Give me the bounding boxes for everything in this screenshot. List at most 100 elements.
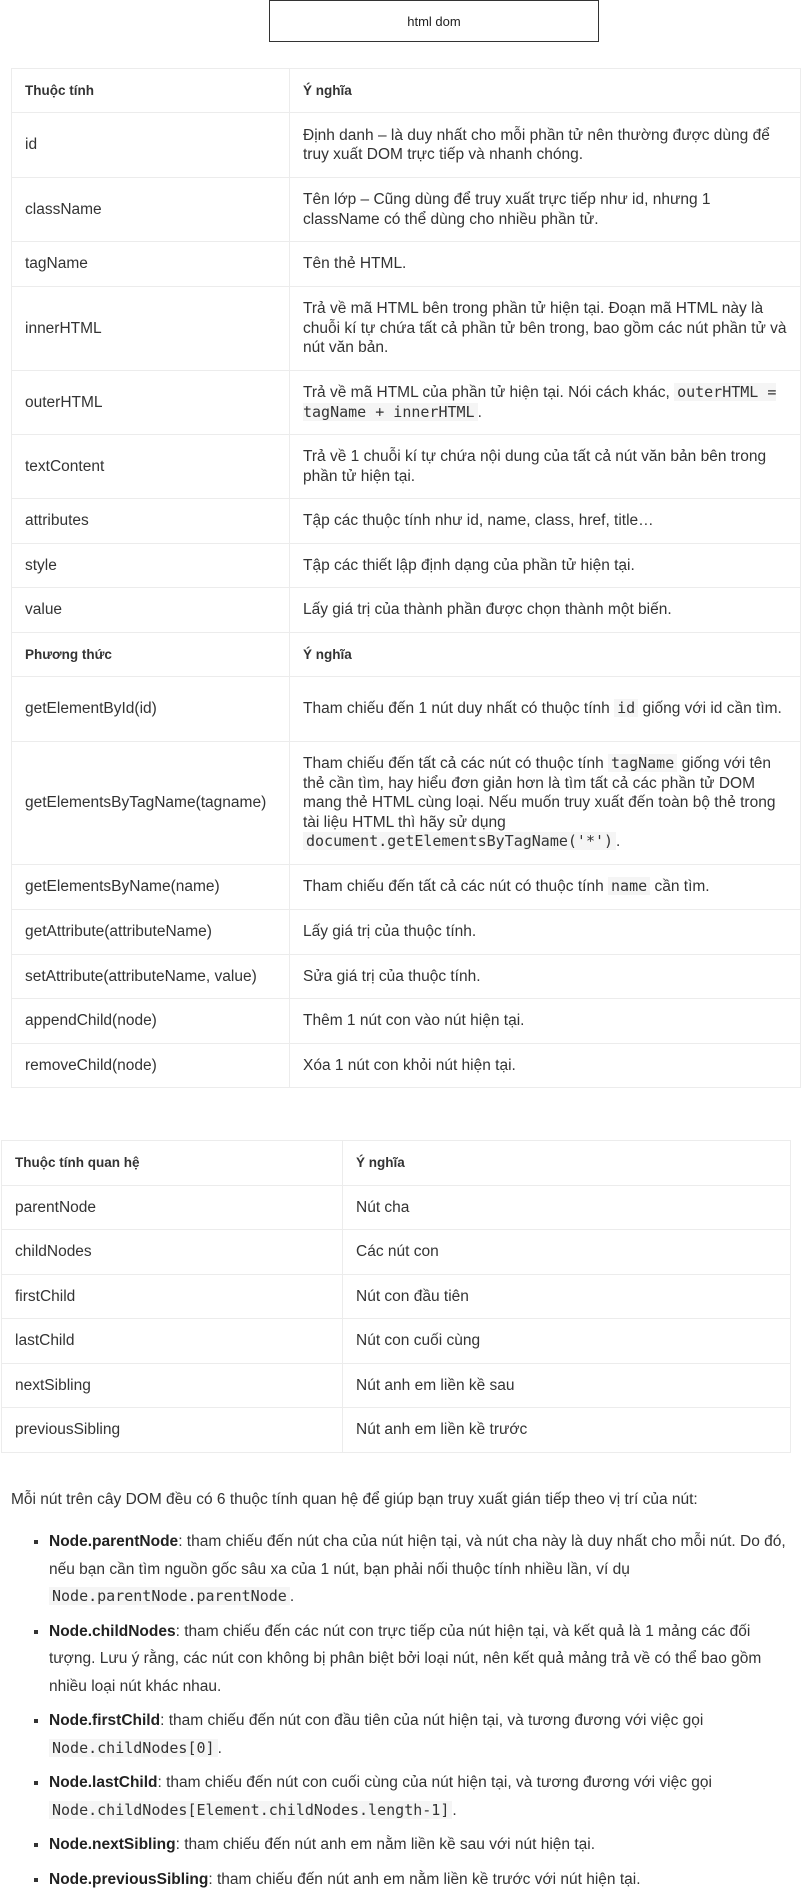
table-row: value Lấy giá trị của thành phần được ch… [11,587,801,633]
method-desc: Lấy giá trị của thuộc tính. [289,909,801,955]
bullet-text: . [452,1801,457,1819]
table-row: parentNode Nút cha [1,1184,791,1230]
relation-desc: Nút con cuối cùng [342,1318,791,1364]
table-row: getElementsByTagName(tagname) Tham chiếu… [11,741,801,865]
table-row: style Tập các thiết lập định dạng của ph… [11,543,801,588]
page-title: html dom [269,0,599,42]
property-desc: Trả về 1 chuỗi kí tự chứa nội dung của t… [289,434,801,499]
table-row: firstChild Nút con đầu tiên [1,1273,791,1319]
relationship-bullet-list: Node.parentNode: tham chiếu đến nút cha … [32,1528,794,1890]
desc-text: Tham chiếu đến 1 nút duy nhất có thuộc t… [303,700,610,718]
table-row: previousSibling Nút anh em liền kề trước [1,1407,791,1453]
property-name: innerHTML [11,286,290,371]
property-name: outerHTML [11,370,290,435]
property-desc: Tập các thiết lập định dạng của phần tử … [289,543,801,588]
bullet-text: : tham chiếu đến nút anh em nằm liền kề … [208,1870,641,1888]
method-name: getAttribute(attributeName) [11,909,290,955]
relation-desc: Nút anh em liền kề trước [342,1407,791,1453]
desc-text: Tham chiếu đến tất cả các nút có thuộc t… [303,755,604,773]
list-item: Node.lastChild: tham chiếu đến nút con c… [49,1769,794,1824]
table-row: removeChild(node) Xóa 1 nút con khỏi nút… [11,1043,801,1088]
table-header-row: Thuộc tính quan hệ Ý nghĩa [1,1140,791,1186]
table-row: getElementsByName(name) Tham chiếu đến t… [11,864,801,910]
table-row: id Định danh – là duy nhất cho mỗi phần … [11,112,801,178]
inline-code: document.getElementsByTagName('*') [303,832,617,851]
relation-desc: Các nút con [342,1229,791,1275]
inline-code: name [608,877,651,896]
relation-name: lastChild [1,1318,343,1364]
property-desc: Lấy giá trị của thành phần được chọn thà… [289,587,801,633]
header-cell: Ý nghĩa [289,632,801,677]
table-row: getElementById(id) Tham chiếu đến 1 nút … [11,676,801,742]
table-header-row: Phương thức Ý nghĩa [11,632,801,677]
method-name: removeChild(node) [11,1043,290,1088]
relation-name: parentNode [1,1184,343,1230]
table-row: attributes Tập các thuộc tính như id, na… [11,498,801,544]
desc-text: Trả về mã HTML của phần tử hiện tại. Nói… [303,384,670,401]
relation-desc: Nút cha [342,1184,791,1230]
property-desc: Định danh – là duy nhất cho mỗi phần tử … [289,112,801,178]
relationship-properties-table: Thuộc tính quan hệ Ý nghĩa parentNode Nú… [1,1140,791,1453]
method-desc: Tham chiếu đến 1 nút duy nhất có thuộc t… [289,676,801,742]
property-name: id [11,112,290,178]
table-header-row: Thuộc tính Ý nghĩa [11,68,801,113]
relation-name: childNodes [1,1229,343,1275]
list-item: Node.nextSibling: tham chiếu đến nút anh… [49,1831,794,1859]
inline-code: Node.childNodes[0] [49,1738,218,1757]
list-item: Node.parentNode: tham chiếu đến nút cha … [49,1528,794,1611]
bullet-term: Node.firstChild [49,1712,161,1729]
property-name: style [11,543,290,588]
bullet-term: Node.parentNode [49,1533,179,1550]
inline-code: Node.parentNode.parentNode [49,1587,290,1605]
table-row: nextSibling Nút anh em liền kề sau [1,1362,791,1408]
method-desc: Tham chiếu đến tất cả các nút có thuộc t… [289,741,801,865]
table-row: outerHTML Trả về mã HTML của phần tử hiệ… [11,370,801,435]
method-desc: Tham chiếu đến tất cả các nút có thuộc t… [289,864,801,910]
table-row: childNodes Các nút con [1,1229,791,1275]
table-row: tagName Tên thẻ HTML. [11,241,801,287]
bullet-text: : tham chiếu đến nút con cuối cùng của n… [157,1774,712,1791]
property-name: value [11,587,290,633]
inline-code: Node.childNodes[Element.childNodes.lengt… [49,1800,453,1819]
table-row: textContent Trả về 1 chuỗi kí tự chứa nộ… [11,434,801,499]
desc-text: . [616,833,621,851]
desc-text: . [477,403,482,421]
bullet-text: . [217,1739,222,1757]
inline-code: id [614,699,639,718]
property-desc: Trả về mã HTML bên trong phần tử hiện tạ… [289,286,801,371]
method-desc: Sửa giá trị của thuộc tính. [289,954,801,999]
bullet-term: Node.previousSibling [49,1870,209,1888]
property-desc: Tên thẻ HTML. [289,241,801,287]
table-row: setAttribute(attributeName, value) Sửa g… [11,954,801,999]
desc-text: cần tìm. [654,878,710,896]
header-cell: Ý nghĩa [342,1140,791,1186]
method-name: getElementById(id) [11,676,290,742]
method-desc: Thêm 1 nút con vào nút hiện tại. [289,998,801,1044]
header-cell: Thuộc tính [11,68,290,113]
method-desc: Xóa 1 nút con khỏi nút hiện tại. [289,1043,801,1088]
property-name: className [11,177,290,242]
property-name: textContent [11,434,290,499]
list-item: Node.firstChild: tham chiếu đến nút con … [49,1707,794,1762]
table-row: getAttribute(attributeName) Lấy giá trị … [11,909,801,955]
dom-properties-methods-table: Thuộc tính Ý nghĩa id Định danh – là duy… [11,68,801,1088]
table-row: lastChild Nút con cuối cùng [1,1318,791,1364]
table-row: className Tên lớp – Cũng dùng để truy xu… [11,177,801,242]
property-name: tagName [11,241,290,287]
property-desc: Trả về mã HTML của phần tử hiện tại. Nói… [289,370,801,435]
property-desc: Tên lớp – Cũng dùng để truy xuất trực ti… [289,177,801,242]
bullet-term: Node.nextSibling [49,1836,176,1853]
property-name: attributes [11,498,290,544]
desc-text: giống với id cần tìm. [642,700,782,718]
header-cell: Thuộc tính quan hệ [1,1140,343,1186]
desc-text: Tham chiếu đến tất cả các nút có thuộc t… [303,878,604,896]
relation-name: nextSibling [1,1362,343,1408]
method-name: setAttribute(attributeName, value) [11,954,290,999]
bullet-term: Node.childNodes [49,1622,176,1640]
relation-desc: Nút con đầu tiên [342,1273,791,1319]
inline-code: tagName [608,754,678,773]
intro-paragraph: Mỗi nút trên cây DOM đều có 6 thuộc tính… [11,1491,698,1508]
relation-name: firstChild [1,1273,343,1319]
method-name: getElementsByTagName(tagname) [11,741,290,865]
relation-name: previousSibling [1,1407,343,1453]
